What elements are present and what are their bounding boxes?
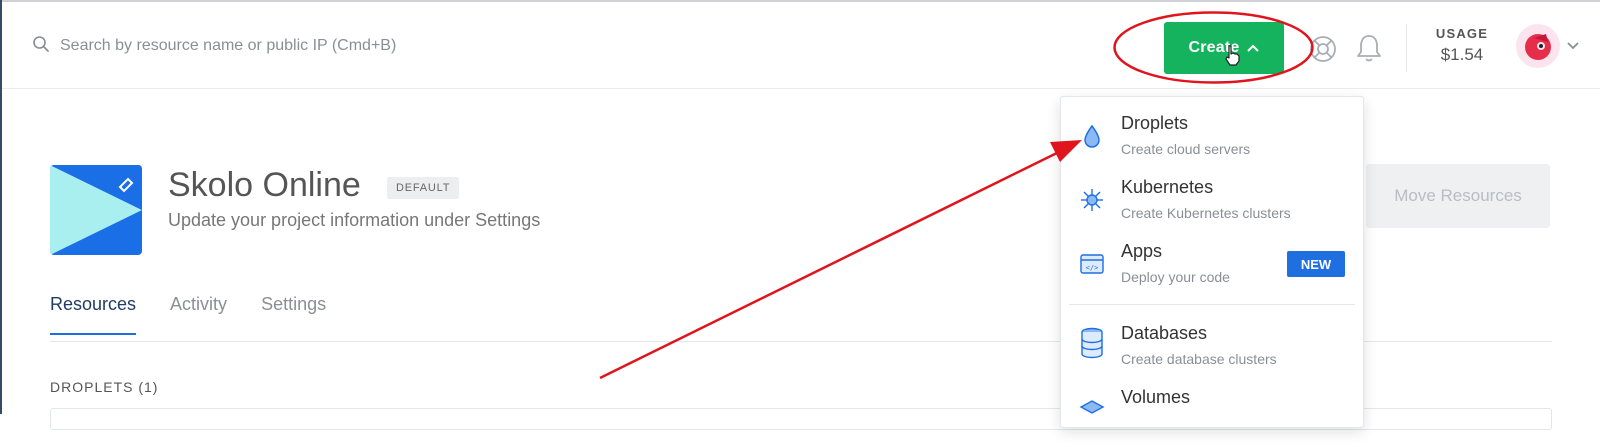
svg-text:</>: </> xyxy=(1086,264,1099,272)
usage-label: USAGE xyxy=(1435,26,1489,41)
menu-item-title: Kubernetes xyxy=(1121,177,1214,197)
menu-item-title: Apps xyxy=(1121,241,1163,261)
create-dropdown-menu: Droplets Create cloud servers Kubernetes… xyxy=(1060,96,1364,428)
chevron-up-icon xyxy=(1246,44,1259,52)
project-logo xyxy=(50,165,142,255)
avatar-image xyxy=(1525,34,1551,60)
menu-divider xyxy=(1069,304,1355,305)
database-icon xyxy=(1081,327,1103,359)
tab-settings[interactable]: Settings xyxy=(261,294,326,335)
project-title: Skolo Online xyxy=(168,166,361,204)
search-icon xyxy=(32,35,50,58)
bell-icon[interactable] xyxy=(1354,32,1384,64)
droplets-section-label: DROPLETS (1) xyxy=(50,379,159,395)
usage-summary[interactable]: USAGE $1.54 xyxy=(1422,26,1502,65)
apps-icon: </> xyxy=(1080,254,1104,274)
menu-item-apps[interactable]: </> Apps Deploy your code NEW xyxy=(1061,241,1363,301)
chevron-down-icon[interactable] xyxy=(1566,40,1580,50)
avatar[interactable] xyxy=(1516,24,1560,68)
volume-icon xyxy=(1079,400,1105,414)
help-icon[interactable] xyxy=(1308,34,1338,64)
header-divider xyxy=(1406,24,1407,72)
hand-cursor-icon xyxy=(1225,45,1240,66)
move-resources-label: Move Resources xyxy=(1394,186,1522,205)
menu-item-databases[interactable]: Databases Create database clusters xyxy=(1061,323,1363,383)
default-badge: DEFAULT xyxy=(387,177,460,199)
tab-resources[interactable]: Resources xyxy=(50,294,137,335)
droplet-icon xyxy=(1084,124,1100,148)
move-resources-button[interactable]: Move Resources xyxy=(1366,164,1550,228)
menu-item-description: Deploy your code xyxy=(1121,269,1230,285)
menu-item-title: Volumes xyxy=(1121,387,1191,407)
search-placeholder: Search by resource name or public IP (Cm… xyxy=(60,37,397,54)
menu-item-title: Databases xyxy=(1121,323,1208,343)
menu-item-description: Create database clusters xyxy=(1121,351,1277,367)
new-badge: NEW xyxy=(1287,251,1345,277)
project-tabs: Resources Activity Settings xyxy=(50,294,360,335)
menu-item-kubernetes[interactable]: Kubernetes Create Kubernetes clusters xyxy=(1061,177,1363,237)
usage-value: $1.54 xyxy=(1440,45,1484,64)
menu-item-description: Create Kubernetes clusters xyxy=(1121,205,1291,221)
menu-item-volumes[interactable]: Volumes xyxy=(1061,387,1363,447)
tab-activity[interactable]: Activity xyxy=(170,294,227,335)
top-bar: Search by resource name or public IP (Cm… xyxy=(2,2,1600,89)
menu-item-title: Droplets xyxy=(1121,113,1189,133)
project-subtitle: Update your project information under Se… xyxy=(168,210,541,230)
menu-item-description: Create cloud servers xyxy=(1121,141,1251,157)
menu-item-droplets[interactable]: Droplets Create cloud servers xyxy=(1061,113,1363,173)
kubernetes-icon xyxy=(1081,189,1103,211)
search-input[interactable]: Search by resource name or public IP (Cm… xyxy=(32,34,396,58)
